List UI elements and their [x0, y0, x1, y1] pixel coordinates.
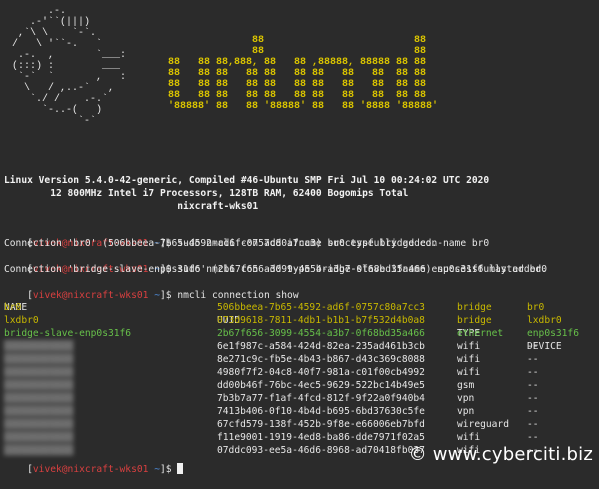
table-row: bridge-slave-enp0s31f6 2b67f656-3099-4554… — [0, 327, 599, 340]
table-row: ████████████ dd00b46f-76bc-4ec5-9629-522b… — [0, 379, 599, 392]
sysinfo-hostname: nixcraft-wks01 — [4, 201, 259, 212]
cell-device: -- — [527, 393, 539, 404]
cell-type: ethernet — [457, 328, 504, 339]
table-row: ████████████ 7b3b7a77-f1af-4fcd-812f-9f22… — [0, 392, 599, 405]
cell-uuid: 4980f7f2-04c8-40f7-981a-c01f00cb4992 — [217, 367, 425, 378]
cell-device: -- — [527, 367, 539, 378]
cell-uuid: f11e9001-1919-4ed8-ba86-dde7971f02a5 — [217, 432, 425, 443]
cell-device: -- — [527, 380, 539, 391]
prompt-line: [vivek@nixcraft-wks01 ~]$ sudo nmcli con… — [4, 250, 547, 275]
cell-name-redacted: ████████████ — [4, 341, 74, 352]
cell-type: gsm — [457, 380, 475, 391]
sysinfo-hardware: 12 800MHz Intel i7 Processors, 128TB RAM… — [4, 188, 409, 199]
table-row: ████████████ 8e271c9c-fb5e-4b43-b867-d43c… — [0, 353, 599, 366]
cell-type: vpn — [457, 393, 475, 404]
cell-device: -- — [527, 419, 539, 430]
cell-name-redacted: ████████████ — [4, 367, 74, 378]
cell-uuid: 073d9618-7811-4db1-b1b1-b7f532d4b0a8 — [217, 315, 425, 326]
cell-type: wifi — [457, 341, 481, 352]
cell-device: br0 — [527, 302, 545, 313]
cell-type: bridge — [457, 302, 492, 313]
cell-type: wifi — [457, 432, 481, 443]
table-row: lxdbr0 073d9618-7811-4db1-b1b1-b7f532d4b0… — [0, 314, 599, 327]
cell-name-redacted: ████████████ — [4, 432, 74, 443]
cell-device: lxdbr0 — [527, 315, 562, 326]
table-row: ████████████ f11e9001-1919-4ed8-ba86-dde7… — [0, 431, 599, 444]
cell-type: wireguard — [457, 419, 509, 430]
cell-type: wifi — [457, 367, 481, 378]
command-output: Connection 'br0' (506bbeea-7b65-4592-ad6… — [4, 238, 438, 249]
cell-uuid: 8e271c9c-fb5e-4b43-b867-d43c369c8088 — [217, 354, 425, 365]
command-output: Connection 'bridge-slave-enp0s31f6' (2b6… — [4, 264, 547, 275]
cell-type: bridge — [457, 315, 492, 326]
cell-uuid: 2b67f656-3099-4554-a3b7-0f68bd35a466 — [217, 328, 425, 339]
cell-name-redacted: ████████████ — [4, 406, 74, 417]
ascii-art-banner: 88 88 88 88 88 88 88,888, 88 88 ,88888, … — [168, 35, 439, 112]
table-row: ████████████ 67cfd579-138f-452b-9f8e-e660… — [0, 418, 599, 431]
watermark: © www.cyberciti.biz — [408, 444, 593, 465]
cell-uuid: dd00b46f-76bc-4ec5-9629-522bc14b49e5 — [217, 380, 425, 391]
cell-name-redacted: ████████████ — [4, 393, 74, 404]
cell-uuid: 6e1f987c-a584-424d-82ea-235ad461b3cb — [217, 341, 425, 352]
table-row: ████████████ 7413b406-0f10-4b4d-b695-6bd3… — [0, 405, 599, 418]
table-row: br0 506bbeea-7b65-4592-ad6f-0757c80a7cc3 b… — [0, 301, 599, 314]
sysinfo-kernel: Linux Version 5.4.0-42-generic, Compiled… — [4, 175, 490, 186]
ascii-art-logo: .-. .-'``(|||) ,`\ \ `-`. / \ '``-. ` .-… — [12, 6, 127, 127]
cell-type: vpn — [457, 406, 475, 417]
prompt-line: [vivek@nixcraft-wks01 ~]$ sudo nmcli con… — [4, 224, 489, 249]
cell-uuid: 7b3b7a77-f1af-4fcd-812f-9f22a0f940b4 — [217, 393, 425, 404]
table-row: ████████████ 4980f7f2-04c8-40f7-981a-c01f… — [0, 366, 599, 379]
cell-name: lxdbr0 — [4, 315, 39, 326]
table-header: NAME UUID TYPE DEVICE — [0, 288, 599, 352]
table-row: ████████████ 6e1f987c-a584-424d-82ea-235a… — [0, 340, 599, 353]
terminal-window[interactable]: .-. .-'``(|||) ,`\ \ `-`. / \ '``-. ` .-… — [0, 0, 599, 475]
cell-name-redacted: ████████████ — [4, 419, 74, 430]
cell-device: -- — [527, 354, 539, 365]
cell-device: -- — [527, 341, 539, 352]
cell-name: br0 — [4, 302, 22, 313]
prompt-symbol: ]$ — [159, 464, 178, 475]
cell-type: wifi — [457, 354, 481, 365]
cell-name-redacted: ████████████ — [4, 354, 74, 365]
cell-device: -- — [527, 432, 539, 443]
prompt-line: [vivek@nixcraft-wks01 ~]$ — [4, 450, 184, 475]
cell-uuid: 506bbeea-7b65-4592-ad6f-0757c80a7cc3 — [217, 302, 425, 313]
cell-uuid: 67cfd579-138f-452b-9f8e-e66006eb7bfd — [217, 419, 425, 430]
cell-name: bridge-slave-enp0s31f6 — [4, 328, 132, 339]
cell-device: -- — [527, 406, 539, 417]
prompt-user-host: vivek@nixcraft-wks01 — [32, 464, 149, 475]
cell-device: enp0s31f6 — [527, 328, 579, 339]
cell-uuid: 7413b406-0f10-4b4d-b695-6bd37630c5fe — [217, 406, 425, 417]
cell-name-redacted: ████████████ — [4, 380, 74, 391]
